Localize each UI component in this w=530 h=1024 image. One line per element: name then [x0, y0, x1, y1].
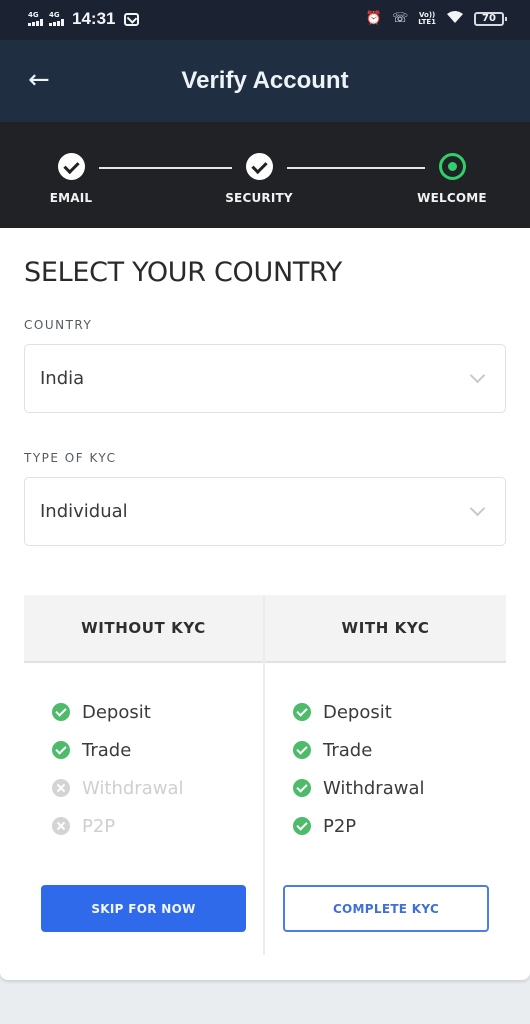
kyc-type-label: TYPE OF KYC [24, 451, 117, 465]
skip-for-now-button[interactable]: SKIP FOR NOW [41, 885, 246, 932]
feature-item: Deposit [52, 693, 183, 731]
table-header: WITHOUT KYC WITH KYC [24, 595, 506, 663]
check-circle-icon [293, 779, 311, 797]
chevron-down-icon [469, 500, 486, 517]
check-circle-icon [293, 817, 311, 835]
step-welcome: WELCOME [392, 153, 512, 205]
volte-icon: Vo)) LTE1 [418, 11, 436, 26]
feature-item: Deposit [293, 693, 424, 731]
kyc-type-value: Individual [40, 501, 128, 522]
alarm-icon: ⏰ [365, 10, 382, 26]
feature-label: Deposit [323, 701, 392, 723]
country-select[interactable]: India [24, 344, 506, 413]
network-type-label: 4G [28, 11, 39, 19]
check-icon [245, 153, 273, 180]
mail-notification-icon [124, 12, 140, 26]
without-kyc-features: Deposit Trade Withdrawal P2P [52, 693, 183, 845]
feature-item: P2P [293, 807, 424, 845]
feature-item: Withdrawal [52, 769, 183, 807]
feature-item: Trade [52, 731, 183, 769]
feature-label: P2P [323, 815, 357, 837]
kyc-type-select[interactable]: Individual [24, 477, 506, 546]
column-divider [263, 595, 265, 955]
check-icon [57, 153, 85, 180]
app-bar: ← Verify Account [0, 40, 530, 122]
kyc-comparison-table: WITHOUT KYC WITH KYC Deposit Trade Withd… [24, 595, 506, 957]
country-label: COUNTRY [24, 318, 93, 332]
step-security: SECURITY [199, 153, 319, 205]
x-circle-icon [52, 817, 70, 835]
step-email: EMAIL [11, 153, 131, 205]
network-type-label: 4G [49, 11, 60, 19]
feature-label: Withdrawal [82, 777, 184, 799]
feature-item: Withdrawal [293, 769, 424, 807]
column-header-without-kyc: WITHOUT KYC [81, 619, 206, 637]
active-step-icon [438, 153, 466, 180]
status-bar: 4G 4G 14:31 ⏰ ☏ Vo)) LTE1 70 [0, 0, 530, 40]
lte-label: LTE1 [418, 17, 436, 26]
feature-label: P2P [82, 815, 116, 837]
with-kyc-features: Deposit Trade Withdrawal P2P [293, 693, 424, 845]
step-label: SECURITY [225, 191, 293, 205]
cellular-signal-1-icon: 4G [28, 12, 43, 26]
check-circle-icon [293, 703, 311, 721]
battery-icon: 70 [474, 11, 507, 26]
column-header-with-kyc: WITH KYC [341, 619, 430, 637]
feature-label: Trade [323, 739, 373, 761]
page-title: Verify Account [181, 67, 349, 94]
complete-kyc-button[interactable]: COMPLETE KYC [283, 885, 489, 932]
check-circle-icon [52, 703, 70, 721]
step-label: WELCOME [417, 191, 487, 205]
feature-item: P2P [52, 807, 183, 845]
section-heading: SELECT YOUR COUNTRY [24, 257, 342, 288]
feature-item: Trade [293, 731, 424, 769]
step-label: EMAIL [49, 191, 93, 205]
x-circle-icon [52, 779, 70, 797]
country-value: India [40, 368, 85, 389]
chevron-down-icon [469, 367, 486, 384]
check-circle-icon [293, 741, 311, 759]
clock: 14:31 [72, 9, 116, 28]
kyc-card: SELECT YOUR COUNTRY COUNTRY India TYPE O… [0, 228, 530, 980]
progress-stepper: EMAIL SECURITY WELCOME [0, 122, 530, 228]
feature-label: Trade [82, 739, 132, 761]
wifi-icon [446, 9, 464, 28]
feature-label: Deposit [82, 701, 151, 723]
cellular-signal-2-icon: 4G [49, 12, 64, 26]
feature-label: Withdrawal [323, 777, 425, 799]
check-circle-icon [52, 741, 70, 759]
wifi-calling-icon: ☏ [392, 10, 409, 26]
